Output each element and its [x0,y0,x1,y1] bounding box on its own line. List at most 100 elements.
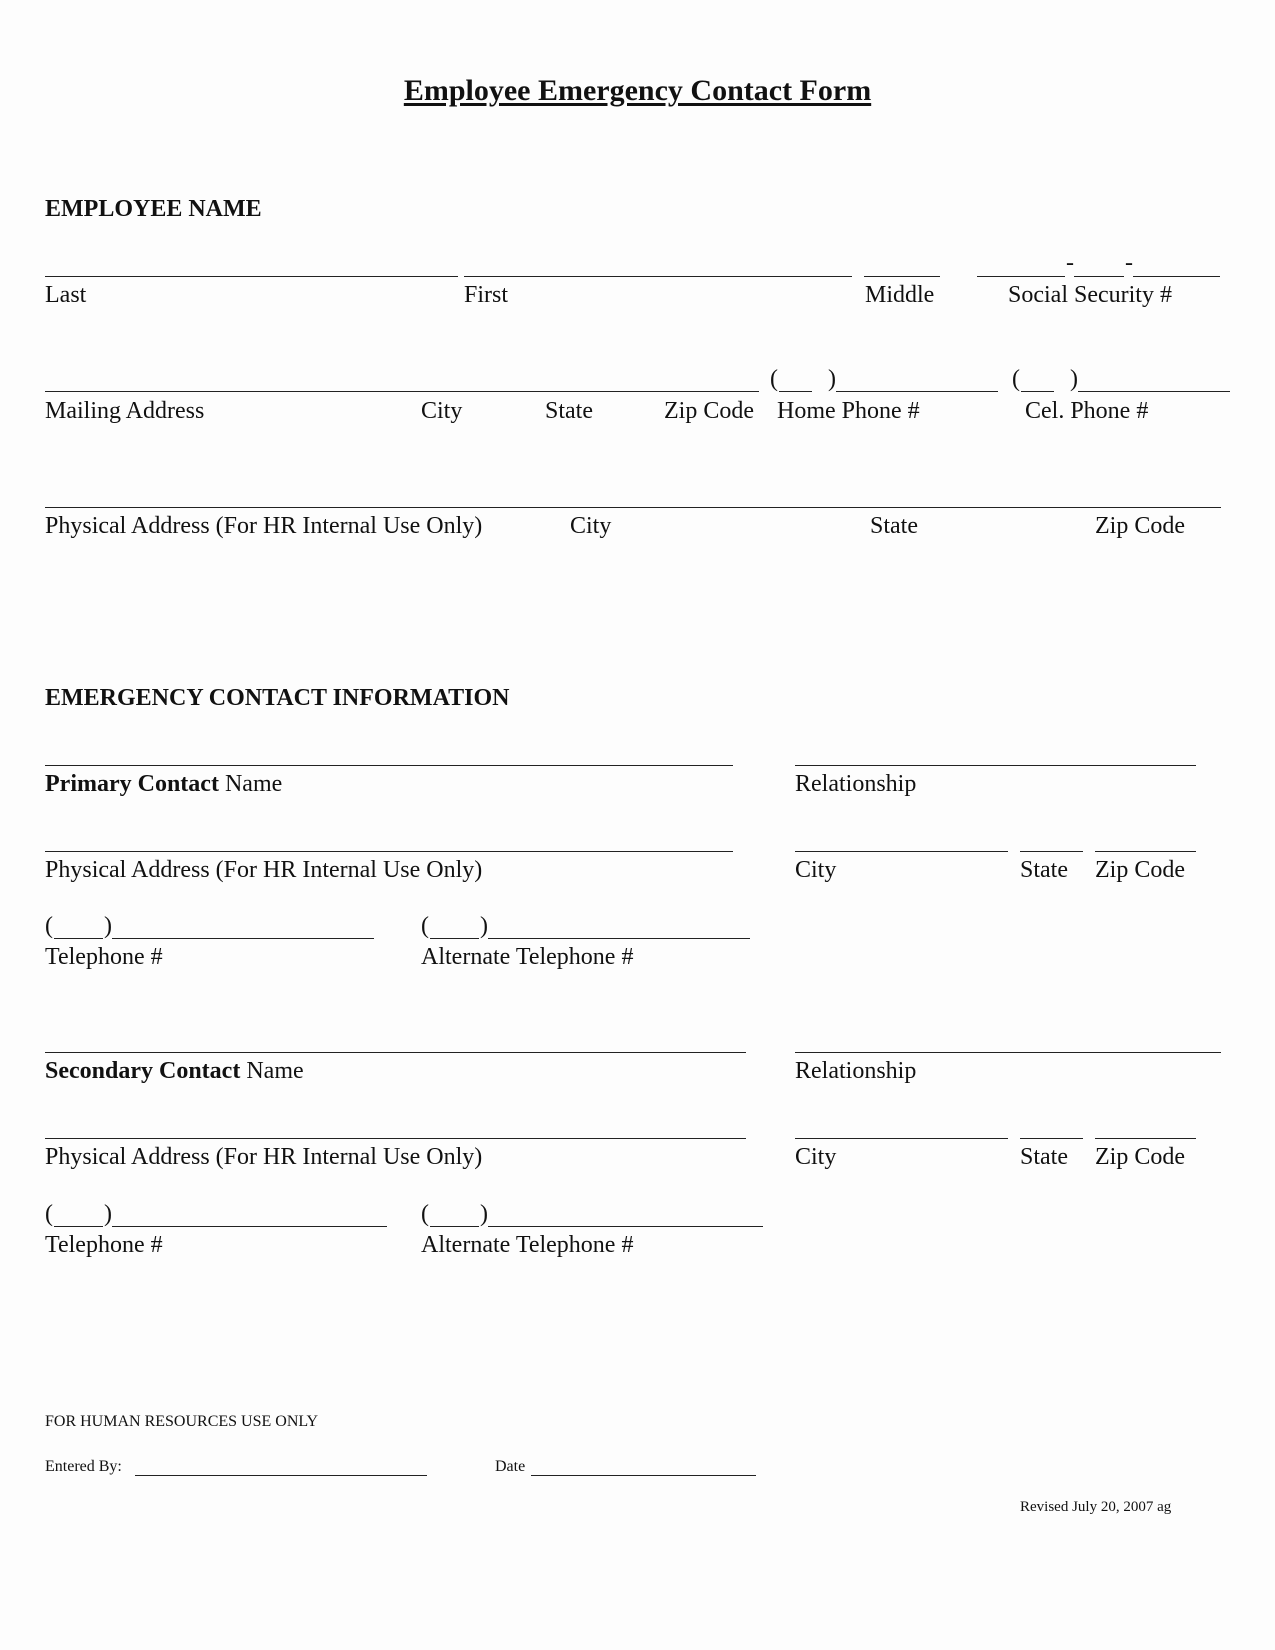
primary-zip-line [1095,851,1196,852]
secondary-state-label: State [1020,1144,1068,1170]
mailing-address-input[interactable] [45,365,759,391]
primary-relationship-line [795,765,1196,766]
entered-by-label: Entered By: [45,1458,122,1475]
primary-state-line [1020,851,1083,852]
primary-alt-tel-area-line [430,938,479,939]
city-label: City [421,398,463,424]
ssn-part3-line [1133,276,1220,277]
primary-contact-name-label: Primary Contact Name [45,771,283,797]
form-title: Employee Emergency Contact Form [403,74,872,107]
cell-phone-label: Cel. Phone # [1025,398,1149,424]
secondary-city-label: City [795,1144,837,1170]
primary-relationship-label: Relationship [795,771,917,797]
primary-state-input[interactable] [1020,825,1083,851]
mailing-address-label: Mailing Address [45,398,205,424]
primary-tel-line [112,938,374,939]
home-phone-area-line [779,391,812,392]
ssn-part2-line [1074,276,1124,277]
physical-address-input[interactable] [45,481,1221,507]
secondary-contact-name-label: Secondary Contact Name [45,1058,304,1084]
cell-phone-input[interactable] [1021,365,1230,391]
home-phone-line [836,391,998,392]
state-label: State [545,398,593,424]
cell-phone-area-open: ( [1012,366,1020,392]
primary-address-line [45,851,733,852]
secondary-name-input[interactable] [45,1026,746,1052]
secondary-relationship-line [795,1052,1221,1053]
primary-city-input[interactable] [795,825,1008,851]
secondary-state-line [1020,1138,1083,1139]
entered-by-line [135,1475,427,1476]
secondary-alt-tel-line [488,1226,763,1227]
primary-state-label: State [1020,857,1068,883]
primary-city-line [795,851,1008,852]
secondary-city-input[interactable] [795,1112,1008,1138]
secondary-relationship-input[interactable] [795,1026,1221,1052]
primary-alt-telephone-input[interactable] [430,912,750,938]
primary-name-line [45,765,733,766]
secondary-zip-label: Zip Code [1095,1144,1185,1170]
secondary-address-input[interactable] [45,1112,746,1138]
primary-city-label: City [795,857,837,883]
secondary-telephone-input[interactable] [54,1200,387,1226]
primary-zip-input[interactable] [1095,825,1196,851]
last-label: Last [45,282,87,308]
last-name-line [45,276,458,277]
cell-phone-area-line [1021,391,1054,392]
primary-address-input[interactable] [45,825,733,851]
primary-alt-tel-line [488,938,750,939]
secondary-alt-tel-area-line [430,1226,479,1227]
secondary-alt-tel-area-open: ( [421,1201,429,1227]
secondary-tel-area-line [54,1226,103,1227]
revised-note: Revised July 20, 2007 ag [1020,1499,1172,1515]
mailing-address-line [45,391,759,392]
primary-tel-area-line [54,938,103,939]
secondary-relationship-label: Relationship [795,1058,917,1084]
secondary-tel-line [112,1226,387,1227]
secondary-state-input[interactable] [1020,1112,1083,1138]
primary-zip-label: Zip Code [1095,857,1185,883]
physical-address-label: Physical Address (For HR Internal Use On… [45,513,483,539]
primary-address-label: Physical Address (For HR Internal Use On… [45,857,483,883]
primary-alt-telephone-label: Alternate Telephone # [421,944,634,970]
entered-by-input[interactable] [135,1452,427,1474]
secondary-alt-telephone-label: Alternate Telephone # [421,1232,634,1258]
secondary-alt-telephone-input[interactable] [430,1200,763,1226]
home-phone-area-open: ( [770,366,778,392]
ssn-label: Social Security # [1008,282,1172,308]
primary-name-input[interactable] [45,739,733,765]
secondary-zip-input[interactable] [1095,1112,1196,1138]
zip-label: Zip Code [664,398,754,424]
last-name-input[interactable] [45,250,458,276]
physical-city-label: City [570,513,612,539]
secondary-address-label: Physical Address (For HR Internal Use On… [45,1144,483,1170]
primary-tel-area-open: ( [45,913,53,939]
employee-name-heading: EMPLOYEE NAME [45,196,262,222]
secondary-zip-line [1095,1138,1196,1139]
secondary-name-line [45,1052,746,1053]
physical-state-label: State [870,513,918,539]
first-label: First [464,282,509,308]
date-line [531,1475,756,1476]
physical-address-line [45,507,1221,508]
middle-name-line [864,276,940,277]
hr-use-only-heading: FOR HUMAN RESOURCES USE ONLY [45,1413,319,1430]
primary-telephone-input[interactable] [54,912,374,938]
home-phone-input[interactable] [779,365,998,391]
ssn-input[interactable] [977,250,1220,276]
first-name-line [464,276,852,277]
secondary-city-line [795,1138,1008,1139]
cell-phone-line [1078,391,1230,392]
primary-telephone-label: Telephone # [45,944,163,970]
first-name-input[interactable] [464,250,852,276]
emergency-contact-heading: EMERGENCY CONTACT INFORMATION [45,685,510,711]
date-input[interactable] [531,1452,756,1474]
ssn-part1-line [977,276,1065,277]
middle-label: Middle [865,282,935,308]
home-phone-label: Home Phone # [777,398,920,424]
physical-zip-label: Zip Code [1095,513,1185,539]
secondary-telephone-label: Telephone # [45,1232,163,1258]
primary-relationship-input[interactable] [795,739,1196,765]
secondary-address-line [45,1138,746,1139]
middle-name-input[interactable] [864,250,940,276]
